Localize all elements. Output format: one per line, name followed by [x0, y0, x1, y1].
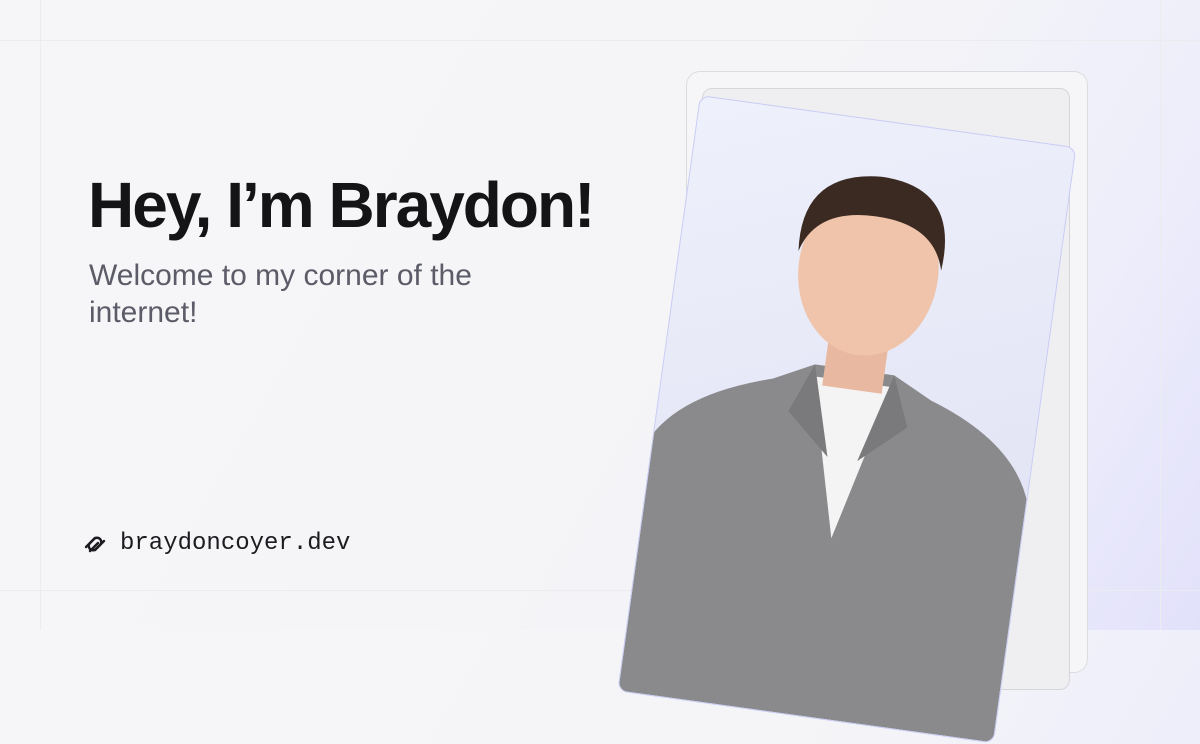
link-chain-icon — [84, 536, 106, 552]
grid-line — [0, 40, 1200, 41]
site-url: braydoncoyer.dev — [120, 530, 351, 557]
brand-link[interactable]: braydoncoyer.dev — [82, 530, 350, 557]
grid-line — [1160, 0, 1161, 630]
subtitle: Welcome to my corner of the internet! — [89, 259, 472, 329]
person-illustration — [618, 176, 1028, 743]
grid-line — [40, 0, 41, 630]
page-title: Hey, I’m Braydon! — [88, 169, 595, 241]
